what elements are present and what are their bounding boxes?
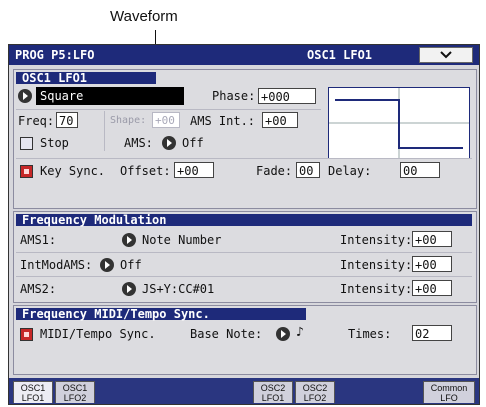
midi-tempo-sync-header: Frequency MIDI/Tempo Sync. [16,308,306,320]
tab-osc2-lfo1[interactable]: OSC2 LFO1 [253,381,293,403]
freq-label: Freq: [18,114,55,128]
waveform-popup-arrow[interactable] [18,89,32,103]
phase-label: Phase: [212,89,256,103]
lcd-screen: PROG P5:LFO OSC1 LFO1 OSC1 LFO1 Square P… [8,44,480,405]
tab-osc1-lfo2[interactable]: OSC1 LFO2 [55,381,95,403]
tab-common-lfo[interactable]: Common LFO [423,381,475,403]
ams1-source[interactable]: Note Number [142,233,221,247]
ams2-intensity-label: Intensity: [340,282,413,296]
frequency-modulation-panel: Frequency Modulation AMS1: Note Number I… [13,211,477,303]
divider [16,109,321,110]
intmodams-label: IntModAMS: [20,258,93,272]
tab-label: Common [430,383,468,393]
fade-field[interactable]: 00 [296,162,320,178]
shape-field[interactable]: +00 [152,112,180,128]
divider [16,252,472,253]
page-title: PROG P5:LFO [15,48,95,62]
ams-popup-arrow[interactable] [162,136,176,150]
ams2-popup-arrow[interactable] [122,282,136,296]
tab-label: OSC1 [20,383,46,393]
ams1-intensity-field[interactable]: +00 [412,231,452,247]
tab-label: LFO2 [63,393,87,403]
tab-label: OSC2 [302,383,328,393]
page-tab-bar: OSC1 LFO1 OSC1 LFO2 OSC2 LFO1 OSC2 LFO2 Comm… [9,378,479,404]
divider [104,111,105,151]
intmodams-popup-arrow[interactable] [100,258,114,272]
base-note-label: Base Note: [190,327,263,341]
square-wave-graph [329,88,469,158]
base-note-popup-arrow[interactable] [276,327,290,341]
chevron-down-icon [440,51,452,59]
ams1-intensity-label: Intensity: [340,233,413,247]
delay-field[interactable]: 00 [400,162,440,178]
fade-label: Fade: [256,164,293,178]
phase-field[interactable]: +000 [258,88,316,104]
times-field[interactable]: 02 [412,325,452,341]
waveform-display [328,87,470,159]
ams-int-label: AMS Int.: [190,114,256,128]
stop-label: Stop [40,136,69,150]
title-bar: PROG P5:LFO OSC1 LFO1 [9,45,479,65]
eighth-note-icon[interactable]: ♪ [296,325,304,340]
midi-tempo-sync-panel: Frequency MIDI/Tempo Sync. MIDI/Tempo Sy… [13,305,477,375]
waveform-callout: Waveform [110,8,178,25]
tab-label: LFO1 [261,393,285,403]
ams-value[interactable]: Off [182,136,204,150]
waveform-select[interactable]: Square [36,87,184,105]
shape-label: Shape: [110,115,147,126]
tab-osc1-lfo1[interactable]: OSC1 LFO1 [13,381,53,403]
tab-label: OSC2 [260,383,286,393]
delay-label: Delay: [328,164,372,178]
tab-label: OSC1 [62,383,88,393]
ams1-label: AMS1: [20,233,57,247]
tab-label: LFO [440,393,458,403]
intmodams-intensity-label: Intensity: [340,258,413,272]
times-label: Times: [348,327,392,341]
offset-label: Offset: [120,164,171,178]
osc1-lfo1-header: OSC1 LFO1 [16,72,156,84]
offset-field[interactable]: +00 [174,162,214,178]
divider [16,276,472,277]
frequency-modulation-header: Frequency Modulation [16,214,472,226]
tab-label: LFO1 [21,393,45,403]
ams-label: AMS: [124,136,153,150]
key-sync-checkbox[interactable] [20,165,33,178]
tab-label: LFO2 [303,393,327,403]
freq-field[interactable]: 70 [56,112,78,128]
ams2-intensity-field[interactable]: +00 [412,280,452,296]
ams-int-field[interactable]: +00 [262,112,298,128]
osc1-lfo1-panel: OSC1 LFO1 Square Phase: +000 Freq: 70 Sh… [13,69,477,209]
ams2-source[interactable]: JS+Y:CC#01 [142,282,214,296]
stop-checkbox[interactable] [20,137,33,150]
page-subtitle: OSC1 LFO1 [307,48,373,62]
midi-tempo-sync-label: MIDI/Tempo Sync. [40,327,156,341]
intmodams-intensity-field[interactable]: +00 [412,256,452,272]
intmodams-source[interactable]: Off [120,258,142,272]
tab-osc2-lfo2[interactable]: OSC2 LFO2 [295,381,335,403]
key-sync-label: Key Sync. [40,164,106,178]
divider [16,158,472,159]
ams1-popup-arrow[interactable] [122,233,136,247]
midi-tempo-sync-checkbox[interactable] [20,328,33,341]
ams2-label: AMS2: [20,282,57,296]
page-menu-button[interactable] [419,47,473,63]
